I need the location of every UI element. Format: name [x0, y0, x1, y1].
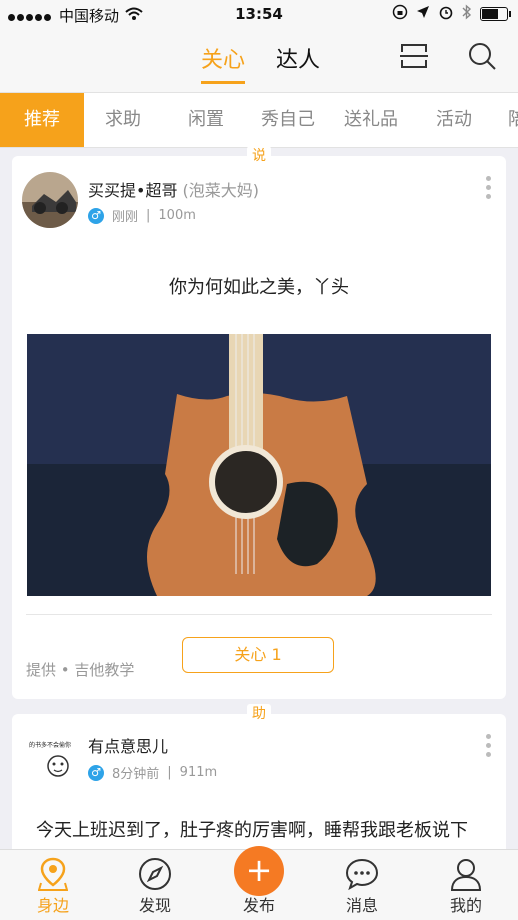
post-type-badge: 助: [247, 704, 271, 724]
nickname: (泡菜大妈): [182, 181, 260, 200]
category-show[interactable]: 秀自己: [261, 93, 315, 147]
post-card[interactable]: 说 买买提•超哥 (泡菜大妈) ♂ 刚刚 | 100m 你为何如此之美，丫头 提…: [12, 146, 506, 699]
post-distance: 911m: [179, 765, 218, 780]
post-provider[interactable]: 提供 • 吉他教学: [26, 659, 134, 680]
username[interactable]: 有点意思儿: [88, 737, 168, 756]
post-meta: ♂ 刚刚 | 100m: [88, 206, 196, 225]
more-options-icon[interactable]: [486, 734, 492, 757]
lock-rotation-icon: [392, 4, 408, 24]
meta-separator: |: [167, 765, 172, 780]
post-image[interactable]: [27, 334, 491, 596]
scan-button[interactable]: [396, 40, 432, 76]
post-text: 你为何如此之美，丫头: [169, 277, 349, 298]
category-more[interactable]: 陪: [508, 93, 518, 147]
tab-me-label: 我的: [449, 896, 482, 915]
avatar[interactable]: [22, 172, 78, 228]
chat-bubble-icon: [322, 856, 402, 892]
tab-publish[interactable]: + 发布: [219, 846, 299, 916]
more-options-icon[interactable]: [486, 176, 492, 199]
post-distance: 100m: [158, 208, 196, 223]
compass-icon: [115, 856, 195, 892]
status-right: [392, 4, 511, 24]
category-bar: 推荐 求助 闲置 秀自己 送礼品 活动 陪: [0, 92, 518, 148]
scan-icon: [399, 41, 429, 75]
category-gift[interactable]: 送礼品: [344, 93, 398, 147]
alarm-icon: [438, 4, 454, 24]
post-meta: ♂ 8分钟前 | 911m: [88, 763, 217, 782]
battery-icon: [480, 7, 511, 21]
tab-nearby[interactable]: 身边: [13, 856, 93, 916]
bottom-tab-bar: 身边 发现 + 发布 消息 我的: [0, 846, 518, 920]
user-icon: [426, 856, 506, 892]
publish-plus-icon[interactable]: +: [234, 846, 284, 896]
tab-experts[interactable]: 达人: [276, 42, 320, 74]
meta-separator: |: [146, 208, 151, 223]
post-time: 8分钟前: [112, 767, 160, 782]
category-recommend[interactable]: 推荐: [0, 93, 84, 147]
care-button[interactable]: 关心 1: [182, 637, 334, 673]
tab-messages-label: 消息: [345, 896, 378, 915]
bluetooth-icon: [462, 4, 472, 24]
post-author[interactable]: 有点意思儿: [88, 733, 168, 757]
tab-discover[interactable]: 发现: [115, 856, 195, 916]
post-type-badge: 说: [247, 146, 271, 166]
search-icon: [467, 41, 497, 75]
post-time: 刚刚: [112, 210, 139, 225]
avatar[interactable]: 的书多不会偷你: [22, 728, 78, 784]
search-button[interactable]: [464, 40, 500, 76]
male-icon: ♂: [88, 207, 104, 224]
category-help[interactable]: 求助: [105, 93, 141, 147]
male-icon: ♂: [88, 764, 104, 781]
top-bar: 关心 达人: [0, 28, 518, 92]
location-pin-icon: [13, 856, 93, 892]
post-author[interactable]: 买买提•超哥 (泡菜大妈): [88, 177, 259, 201]
location-icon: [416, 5, 430, 23]
tab-me[interactable]: 我的: [426, 856, 506, 916]
post-divider: [26, 614, 492, 615]
tab-care[interactable]: 关心: [201, 42, 246, 84]
category-idle[interactable]: 闲置: [188, 93, 224, 147]
username[interactable]: 买买提•超哥: [88, 181, 177, 200]
tab-nearby-label: 身边: [36, 896, 69, 915]
category-activity[interactable]: 活动: [436, 93, 472, 147]
tab-discover-label: 发现: [138, 896, 171, 915]
tab-messages[interactable]: 消息: [322, 856, 402, 916]
status-bar: 中国移动 13:54: [0, 0, 518, 28]
